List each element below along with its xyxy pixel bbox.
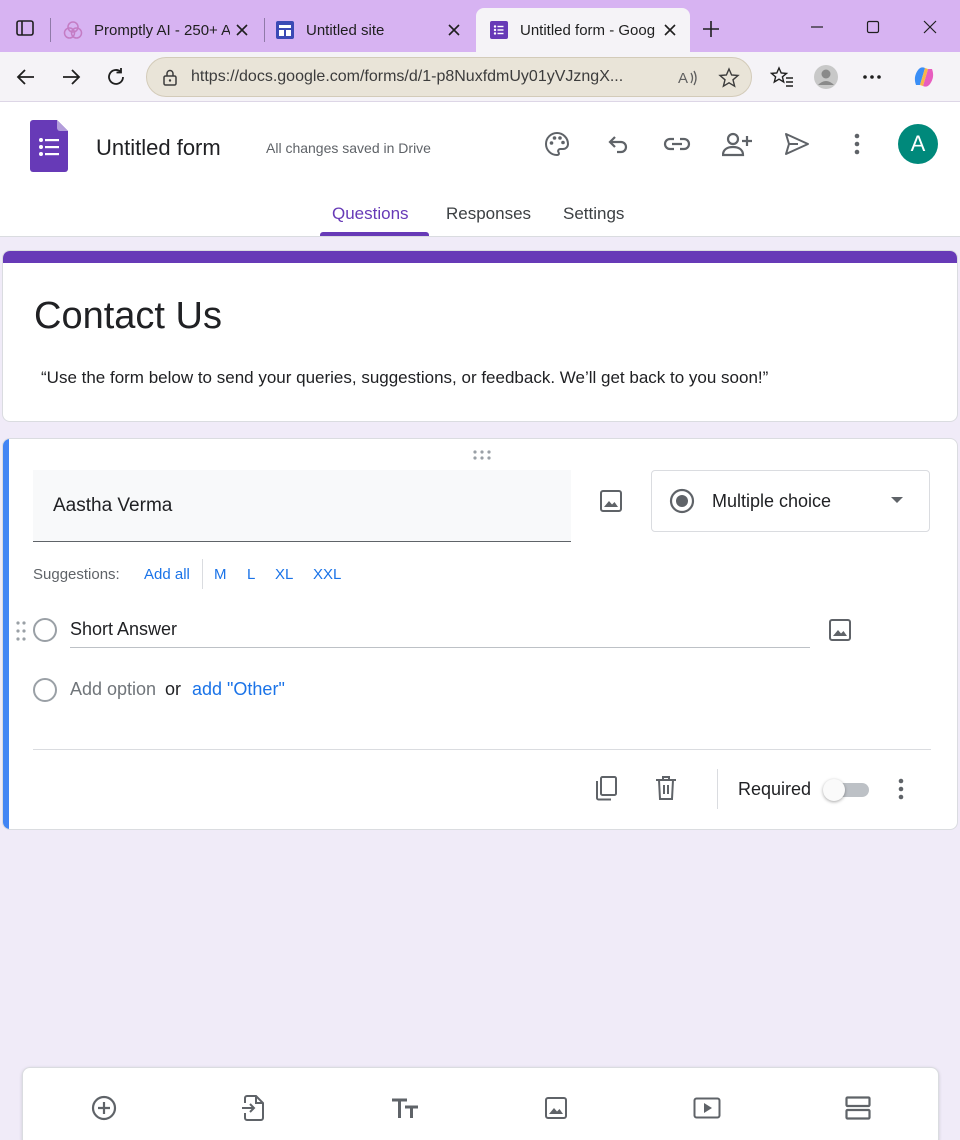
form-tabs: Questions Responses Settings: [0, 202, 960, 237]
add-collaborators-icon[interactable]: [722, 129, 752, 159]
form-title-card[interactable]: Contact Us “Use the form below to send y…: [2, 250, 958, 422]
save-status: All changes saved in Drive: [266, 140, 431, 156]
question-title-input[interactable]: Aastha Verma: [33, 470, 571, 542]
url-text: https://docs.google.com/forms/d/1-p8Nuxf…: [191, 68, 624, 85]
lock-icon[interactable]: [159, 66, 181, 88]
add-section-icon[interactable]: [843, 1093, 873, 1123]
svg-text:A: A: [678, 70, 688, 87]
send-icon[interactable]: [782, 129, 812, 159]
refresh-icon[interactable]: [102, 63, 130, 91]
browser-tab-untitled-site[interactable]: Untitled site: [262, 8, 474, 52]
import-questions-icon[interactable]: [239, 1093, 269, 1123]
suggestion-xxl[interactable]: XXL: [313, 566, 341, 583]
option-1-input[interactable]: Short Answer: [70, 619, 177, 640]
option-underline: [70, 647, 810, 648]
tab-responses[interactable]: Responses: [446, 204, 531, 224]
forward-icon[interactable]: [57, 63, 85, 91]
address-bar[interactable]: https://docs.google.com/forms/d/1-p8Nuxf…: [146, 57, 752, 97]
favorite-star-icon[interactable]: [717, 66, 741, 90]
add-image-icon[interactable]: [597, 487, 625, 515]
question-title-value: Aastha Verma: [53, 495, 173, 516]
promptly-favicon-icon: [62, 19, 84, 41]
tab-questions[interactable]: Questions: [332, 204, 409, 224]
option-radio-icon: [33, 618, 57, 642]
required-label: Required: [738, 779, 812, 799]
question-type-dropdown[interactable]: Multiple choice: [651, 470, 930, 532]
copilot-icon[interactable]: [910, 63, 938, 91]
close-window-icon[interactable]: [917, 14, 943, 40]
forms-header: Untitled form All changes saved in Drive…: [0, 102, 960, 237]
add-title-icon[interactable]: [390, 1093, 420, 1123]
tab-settings[interactable]: Settings: [563, 204, 624, 224]
suggestion-xl[interactable]: XL: [275, 566, 293, 583]
question-footer-divider: [33, 749, 931, 750]
more-vert-icon[interactable]: [842, 129, 872, 159]
floating-toolbar: [22, 1067, 939, 1140]
form-description[interactable]: “Use the form below to send your queries…: [41, 368, 768, 388]
suggestion-l[interactable]: L: [247, 566, 255, 583]
question-type-label: Multiple choice: [712, 491, 832, 511]
close-tab-icon[interactable]: [230, 18, 254, 42]
customize-theme-icon[interactable]: [542, 129, 572, 159]
google-forms-logo-icon[interactable]: [30, 120, 68, 172]
browser-tab-untitled-form[interactable]: Untitled form - Goog: [476, 8, 690, 52]
active-question-indicator: [3, 439, 9, 829]
more-options-icon[interactable]: [858, 63, 886, 91]
tab-title: Untitled site: [306, 21, 385, 39]
add-option-button[interactable]: Add option: [70, 679, 156, 700]
theme-color-bar: [3, 251, 957, 263]
browser-toolbar: https://docs.google.com/forms/d/1-p8Nuxf…: [0, 52, 960, 102]
option-drag-handle-icon[interactable]: [15, 620, 27, 642]
add-option-radio-icon: [33, 678, 57, 702]
browser-tab-strip: Promptly AI - 250+ A Untitled site Untit…: [0, 0, 960, 52]
close-tab-icon[interactable]: [442, 18, 466, 42]
suggestions-divider: [202, 559, 203, 589]
or-text: or: [165, 679, 182, 699]
sites-favicon-icon: [274, 19, 296, 41]
new-tab-icon[interactable]: [698, 16, 724, 42]
undo-icon[interactable]: [603, 129, 633, 159]
close-tab-icon[interactable]: [658, 18, 682, 42]
question-card[interactable]: Aastha Verma Multiple choice Suggestions…: [2, 438, 958, 830]
profile-icon[interactable]: [812, 63, 840, 91]
form-title[interactable]: Untitled form: [96, 135, 221, 161]
link-icon[interactable]: [662, 129, 692, 159]
add-video-icon[interactable]: [692, 1093, 722, 1123]
sidebar-toggle-icon[interactable]: [12, 15, 38, 41]
tab-title: Promptly AI - 250+ A: [94, 21, 230, 39]
add-other-button[interactable]: add "Other": [192, 679, 285, 700]
suggestion-add-all[interactable]: Add all: [144, 566, 190, 583]
back-icon[interactable]: [12, 63, 40, 91]
read-aloud-icon[interactable]: A: [677, 66, 701, 90]
add-image-icon[interactable]: [541, 1093, 571, 1123]
suggestion-m[interactable]: M: [214, 566, 227, 583]
dropdown-arrow-icon: [890, 495, 904, 505]
favorites-icon[interactable]: [768, 63, 796, 91]
question-more-vert-icon[interactable]: [887, 775, 915, 803]
maximize-icon[interactable]: [860, 14, 886, 40]
duplicate-icon[interactable]: [591, 773, 621, 803]
drag-handle-icon[interactable]: [472, 449, 492, 461]
form-heading[interactable]: Contact Us: [34, 295, 222, 338]
footer-divider: [717, 769, 718, 809]
account-avatar[interactable]: A: [898, 124, 938, 164]
delete-icon[interactable]: [651, 773, 681, 803]
suggestions-label: Suggestions:: [33, 566, 120, 583]
minimize-icon[interactable]: [804, 14, 830, 40]
radio-button-icon: [668, 487, 696, 515]
tab-title: Untitled form - Goog: [520, 21, 656, 39]
required-toggle[interactable]: [823, 779, 871, 801]
option-add-image-icon[interactable]: [826, 616, 854, 644]
toggle-thumb: [823, 779, 845, 801]
browser-tab-promptly[interactable]: Promptly AI - 250+ A: [50, 8, 262, 52]
active-tab-indicator: [320, 232, 429, 236]
forms-favicon-icon: [488, 19, 510, 41]
add-question-icon[interactable]: [89, 1093, 119, 1123]
